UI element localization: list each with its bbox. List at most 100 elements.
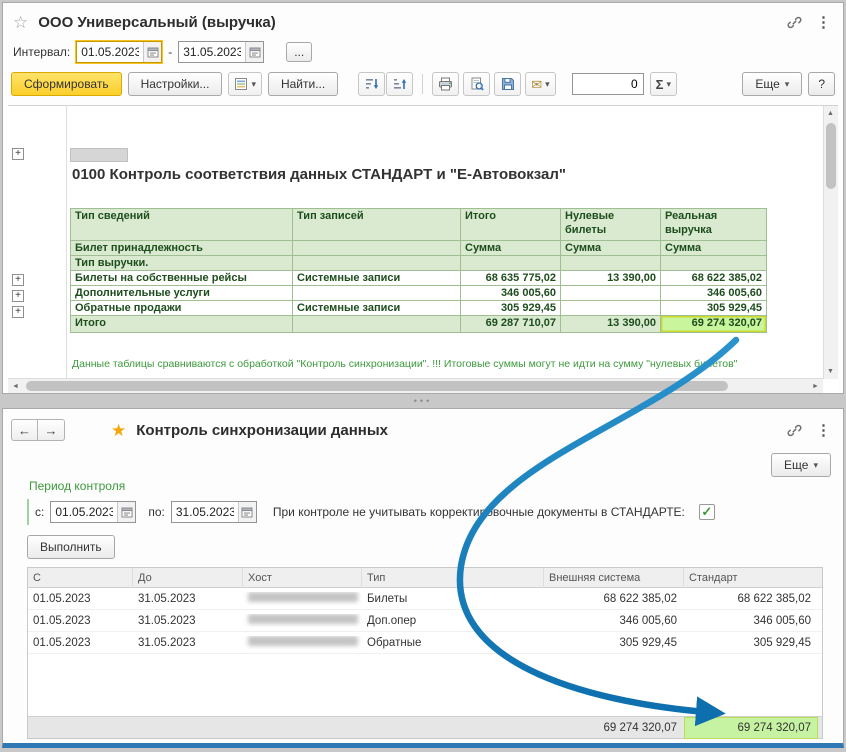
corrections-checkbox[interactable]: ✓ bbox=[699, 504, 715, 520]
period-to-input[interactable] bbox=[172, 505, 238, 519]
save-button[interactable] bbox=[494, 72, 521, 96]
interval-to-input[interactable] bbox=[179, 45, 245, 59]
row-real-cell: 305 929,45 bbox=[661, 301, 767, 316]
row-records-cell: Системные записи bbox=[293, 301, 461, 316]
sigma-icon: Σ bbox=[656, 78, 664, 91]
col-type: Тип bbox=[362, 568, 544, 588]
nav-back-button[interactable]: ← bbox=[11, 419, 38, 441]
mail-icon: ✉ bbox=[531, 78, 542, 91]
expand-levels-icon bbox=[365, 77, 379, 91]
expand-levels-button[interactable] bbox=[358, 72, 385, 96]
scroll-up-icon[interactable]: ▲ bbox=[823, 106, 838, 121]
row-name-cell: Билеты на собственные рейсы bbox=[71, 271, 293, 286]
chevron-down-icon: ▾ bbox=[785, 80, 790, 89]
cell-external: 68 622 385,02 bbox=[544, 593, 684, 605]
favorite-star-icon[interactable]: ☆ bbox=[13, 14, 28, 31]
col-external-system: Внешняя система bbox=[544, 568, 684, 588]
chevron-down-icon: ▾ bbox=[666, 80, 671, 89]
sync-table-row[interactable]: 01.05.2023 31.05.2023 Доп.опер 346 005,6… bbox=[28, 610, 822, 632]
window-menu-icon[interactable]: ⋮ bbox=[814, 13, 833, 31]
expand-row-button[interactable]: + bbox=[12, 306, 24, 318]
empty-cell bbox=[561, 256, 661, 271]
group-header-cell[interactable] bbox=[70, 148, 128, 162]
send-mail-button[interactable]: ✉ ▾ bbox=[525, 72, 555, 96]
scroll-right-icon[interactable]: ► bbox=[808, 379, 823, 394]
row-zero-cell: 13 390,00 bbox=[561, 271, 661, 286]
nav-forward-button[interactable]: → bbox=[38, 419, 65, 441]
corrections-checkbox-label: При контроле не учитывать корректировочн… bbox=[273, 505, 685, 519]
calendar-icon[interactable] bbox=[117, 502, 135, 522]
report-subheader-row[interactable]: Билет принадлежность Сумма Сумма Сумма bbox=[71, 241, 767, 256]
col-from: С bbox=[28, 568, 133, 588]
expand-row-button[interactable]: + bbox=[12, 274, 24, 286]
report-row[interactable]: Билеты на собственные рейсы Системные за… bbox=[71, 271, 767, 286]
interval-options-button[interactable]: ... bbox=[286, 42, 312, 62]
row-zero-cell bbox=[561, 286, 661, 301]
sync-table-header[interactable]: С До Хост Тип Внешняя система Стандарт bbox=[28, 568, 822, 588]
collapse-levels-button[interactable] bbox=[386, 72, 413, 96]
sync-table-row[interactable]: 01.05.2023 31.05.2023 Билеты 68 622 385,… bbox=[28, 588, 822, 610]
row-total-cell: 305 929,45 bbox=[461, 301, 561, 316]
window-menu-icon[interactable]: ⋮ bbox=[814, 421, 833, 439]
group-left-line bbox=[27, 499, 29, 525]
period-from-input[interactable] bbox=[51, 505, 117, 519]
vertical-scrollbar[interactable]: ▲ ▼ bbox=[823, 106, 838, 379]
get-link-icon[interactable] bbox=[787, 423, 802, 438]
vertical-scroll-thumb[interactable] bbox=[826, 123, 836, 189]
footer-standard-total-highlighted[interactable]: 69 274 320,07 bbox=[684, 717, 818, 739]
row-gutter-divider bbox=[66, 106, 67, 378]
cell-standard: 305 929,45 bbox=[684, 637, 818, 649]
settings-button[interactable]: Настройки... bbox=[128, 72, 223, 96]
empty-cell bbox=[661, 256, 767, 271]
revenue-type-cell: Тип выручки. bbox=[71, 256, 293, 271]
sync-table-footer[interactable]: 69 274 320,07 69 274 320,07 bbox=[28, 716, 822, 738]
calendar-icon[interactable] bbox=[143, 42, 161, 62]
report-typerow[interactable]: Тип выручки. bbox=[71, 256, 767, 271]
report-row[interactable]: Обратные продажи Системные записи 305 92… bbox=[71, 301, 767, 316]
report-window-title: ООО Универсальный (выручка) bbox=[38, 14, 276, 31]
report-header-row[interactable]: Тип сведений Тип записей Итого Нулевые б… bbox=[71, 209, 767, 241]
empty-cell bbox=[293, 316, 461, 333]
more-actions-label: Еще bbox=[784, 458, 808, 472]
preview-icon bbox=[470, 77, 484, 91]
calendar-icon[interactable] bbox=[245, 42, 263, 62]
cell-external: 346 005,60 bbox=[544, 615, 684, 627]
empty-cell bbox=[461, 256, 561, 271]
empty-cell bbox=[293, 256, 461, 271]
row-real-cell: 346 005,60 bbox=[661, 286, 767, 301]
report-toolbar: Сформировать Настройки... ▾ Найти... ✉ ▾ bbox=[3, 69, 843, 99]
find-button[interactable]: Найти... bbox=[268, 72, 338, 96]
host-redacted-blur bbox=[248, 592, 358, 602]
interval-from-input[interactable] bbox=[77, 45, 143, 59]
row-name-cell: Обратные продажи bbox=[71, 301, 293, 316]
print-button[interactable] bbox=[432, 72, 459, 96]
horizontal-scroll-thumb[interactable] bbox=[26, 381, 728, 391]
more-actions-label: Еще bbox=[755, 77, 779, 91]
sum-indicator-field[interactable] bbox=[572, 73, 644, 95]
run-button[interactable]: Выполнить bbox=[27, 535, 115, 559]
interval-label: Интервал: bbox=[13, 45, 70, 59]
window-splitter[interactable]: ••• bbox=[2, 395, 844, 406]
cell-to: 31.05.2023 bbox=[133, 615, 243, 627]
autosum-button[interactable]: Σ ▾ bbox=[650, 72, 677, 96]
scroll-down-icon[interactable]: ▼ bbox=[823, 364, 838, 379]
expand-group-button[interactable]: + bbox=[12, 148, 24, 160]
cell-from: 01.05.2023 bbox=[28, 637, 133, 649]
total-real-cell-highlighted[interactable]: 69 274 320,07 bbox=[661, 316, 767, 333]
more-actions-button[interactable]: Еще ▾ bbox=[771, 453, 831, 477]
expand-row-button[interactable]: + bbox=[12, 290, 24, 302]
scroll-left-icon[interactable]: ◄ bbox=[8, 379, 23, 394]
get-link-icon[interactable] bbox=[787, 15, 802, 30]
horizontal-scrollbar[interactable]: ◄ ► bbox=[8, 378, 823, 393]
cell-to: 31.05.2023 bbox=[133, 593, 243, 605]
generate-button[interactable]: Сформировать bbox=[11, 72, 122, 96]
report-total-row[interactable]: Итого 69 287 710,07 13 390,00 69 274 320… bbox=[71, 316, 767, 333]
favorite-star-icon[interactable]: ★ bbox=[111, 422, 126, 439]
report-row[interactable]: Дополнительные услуги 346 005,60 346 005… bbox=[71, 286, 767, 301]
report-variants-button[interactable]: ▾ bbox=[228, 72, 262, 96]
print-preview-button[interactable] bbox=[463, 72, 490, 96]
sync-table-row[interactable]: 01.05.2023 31.05.2023 Обратные 305 929,4… bbox=[28, 632, 822, 654]
calendar-icon[interactable] bbox=[238, 502, 256, 522]
more-actions-button[interactable]: Еще ▾ bbox=[742, 72, 802, 96]
help-button[interactable]: ? bbox=[808, 72, 835, 96]
